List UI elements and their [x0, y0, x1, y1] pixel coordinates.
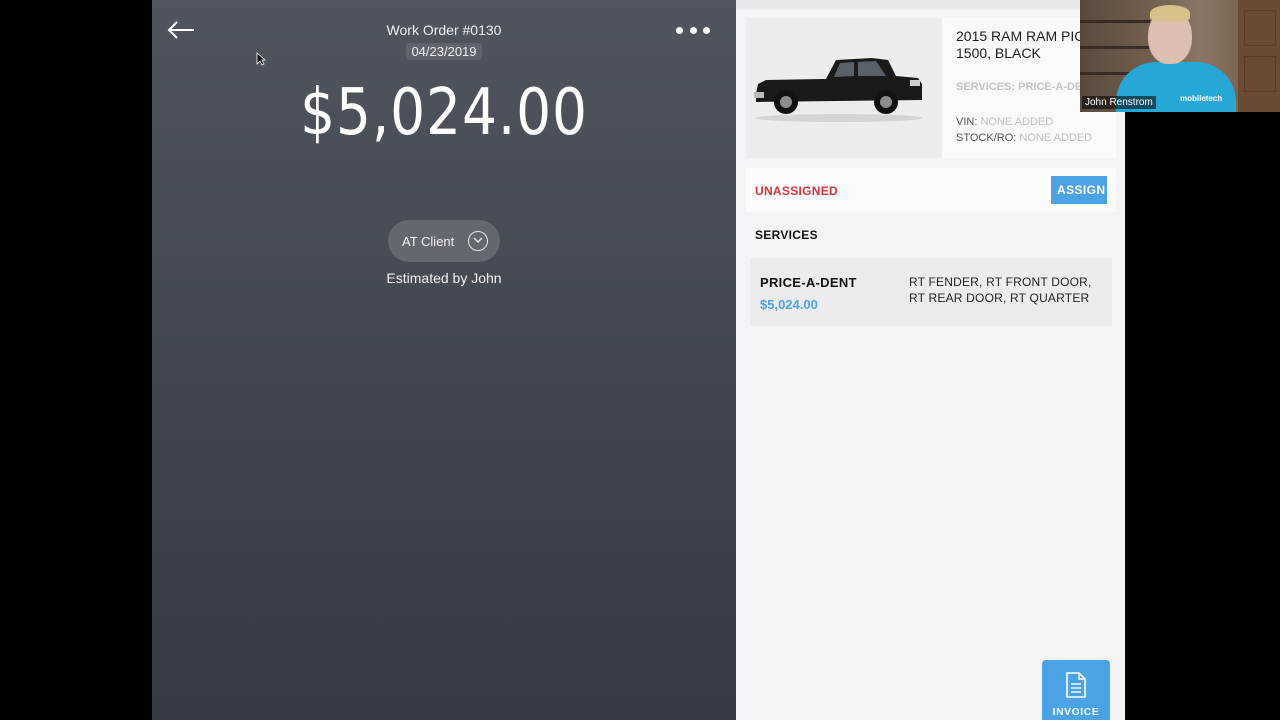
service-name: PRICE-A-DENT: [760, 275, 857, 290]
work-order-date: 04/23/2019: [406, 43, 482, 60]
status-label: AT Client: [402, 233, 455, 249]
stock-label: STOCK/RO:: [956, 132, 1017, 144]
mouse-cursor-icon: [256, 52, 266, 66]
vehicle-image: [754, 58, 923, 122]
estimated-by: Estimated by John: [386, 270, 502, 286]
service-price: $5,024.00: [760, 297, 818, 312]
more-dots-icon: [689, 26, 697, 34]
stock-field: STOCK/RO: NONE ADDED: [956, 132, 1092, 144]
person-hair: [1150, 5, 1190, 21]
door-panel: [1244, 10, 1276, 46]
vehicle-card[interactable]: 2015 RAM RAM PICKUP 1500, BLACK SERVICES…: [746, 18, 1116, 158]
vin-label: VIN:: [956, 116, 978, 128]
work-order-panel: Work Order #0130 04/23/2019 $5,024.00 AT…: [152, 0, 736, 720]
invoice-button[interactable]: INVOICE: [1042, 660, 1110, 720]
bookshelf: [1080, 46, 1150, 49]
shirt-logo-text: mobiletech: [1180, 94, 1223, 103]
stock-value: NONE ADDED: [1019, 132, 1093, 144]
invoice-label: INVOICE: [1052, 707, 1100, 718]
service-item[interactable]: PRICE-A-DENT $5,024.00 RT FENDER, RT FRO…: [750, 258, 1112, 326]
assignment-row: UNASSIGNED ASSIGN: [746, 168, 1116, 212]
chevron-down-circle-icon: [468, 231, 488, 251]
services-header: SERVICES: [755, 228, 818, 242]
more-dots-icon: [703, 26, 710, 34]
top-strip: [736, 0, 1125, 10]
work-order-total: $5,024.00: [300, 76, 588, 150]
document-icon: [1066, 672, 1086, 698]
webcam-overlay: mobiletech John Renstrom: [1080, 0, 1280, 112]
bookshelf: [1080, 20, 1150, 23]
door-panel: [1244, 56, 1276, 92]
assign-button[interactable]: ASSIGN: [1051, 176, 1107, 204]
vin-value: NONE ADDED: [980, 116, 1054, 128]
participant-name: John Renstrom: [1082, 96, 1156, 109]
assignment-status: UNASSIGNED: [755, 184, 839, 198]
status-dropdown[interactable]: AT Client: [388, 220, 500, 262]
vehicle-services: SERVICES: PRICE-A-DENT: [956, 81, 1097, 93]
more-dots-icon: [676, 26, 683, 34]
more-options-button[interactable]: [676, 20, 710, 40]
details-panel: 2015 RAM RAM PICKUP 1500, BLACK SERVICES…: [736, 0, 1125, 720]
work-order-title: Work Order #0130: [386, 22, 502, 38]
vin-field: VIN: NONE ADDED: [956, 116, 1053, 128]
service-parts: RT FENDER, RT FRONT DOOR, RT REAR DOOR, …: [909, 275, 1092, 305]
